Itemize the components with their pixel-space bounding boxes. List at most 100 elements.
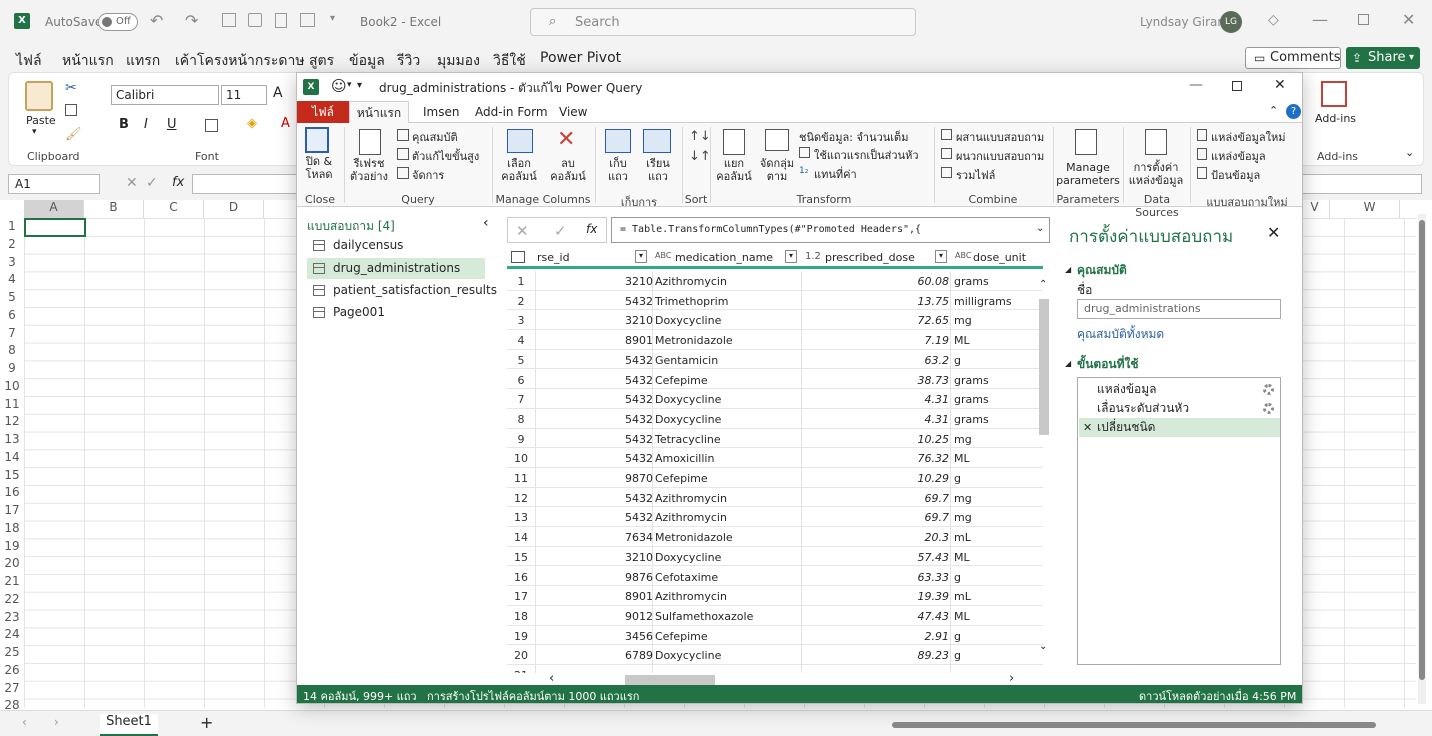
table-cell[interactable]: ML	[954, 334, 1043, 347]
paste-icon[interactable]	[25, 81, 53, 111]
table-cell[interactable]: 4.31	[803, 393, 950, 406]
scroll-right-icon[interactable]: ›	[1009, 671, 1014, 686]
row-header[interactable]: 8	[0, 343, 24, 357]
query-name-input[interactable]: drug_administrations	[1077, 299, 1281, 319]
table-cell[interactable]: Cefepime	[655, 630, 801, 643]
table-cell[interactable]: mg	[954, 511, 1043, 524]
minimize-icon[interactable]: —	[1312, 10, 1328, 29]
add-sheet-button[interactable]: +	[200, 713, 213, 732]
name-box[interactable]: A1	[8, 174, 100, 194]
delete-step-icon[interactable]: ✕	[1083, 418, 1092, 437]
row-header[interactable]: 2	[0, 237, 24, 251]
new-file-icon[interactable]	[275, 13, 287, 28]
column-header[interactable]: medication_name	[675, 251, 773, 264]
table-cell[interactable]: 9870	[537, 472, 653, 485]
table-row[interactable]: 8 5432 Doxycycline 4.31 grams	[507, 409, 1043, 429]
avatar[interactable]: LG	[1220, 11, 1242, 33]
replace-values-button[interactable]: แทนที่ค่า	[814, 165, 857, 183]
table-cell[interactable]: mL	[954, 531, 1043, 544]
table-cell[interactable]: Sulfamethoxazole	[655, 610, 801, 623]
merge-queries-button[interactable]: ผสานแบบสอบถาม	[956, 128, 1044, 146]
recent-sources-icon[interactable]	[1197, 148, 1207, 160]
refresh-preview-button[interactable]: รีเฟรช ตัวอย่าง	[345, 157, 393, 183]
column-header-v[interactable]: V	[1300, 200, 1330, 218]
table-row[interactable]: 10 5432 Amoxicillin 76.32 ML	[507, 448, 1043, 468]
pq-tab-home[interactable]: หน้าแรก	[349, 101, 409, 123]
enter-icon[interactable]: ✓	[146, 175, 158, 191]
column-header[interactable]: prescribed_dose	[825, 251, 915, 264]
row-header[interactable]: 7	[0, 326, 24, 340]
combine-files-icon[interactable]	[941, 167, 952, 178]
text-type-icon[interactable]: ABC	[655, 251, 671, 260]
row-header[interactable]: 24	[0, 627, 24, 641]
row-header[interactable]: 27	[0, 681, 24, 695]
table-cell[interactable]: 4.31	[803, 413, 950, 426]
table-cell[interactable]: 5432	[537, 413, 653, 426]
cancel-icon[interactable]: ✕	[516, 222, 529, 240]
table-cell[interactable]: 5432	[537, 511, 653, 524]
table-cell[interactable]: 3210	[537, 275, 653, 288]
advanced-editor-button[interactable]: ตัวแก้ไขขั้นสูง	[412, 147, 479, 165]
column-header[interactable]: dose_unit	[973, 251, 1026, 264]
font-color-icon[interactable]: A	[281, 116, 290, 131]
row-header[interactable]: 16	[0, 485, 24, 499]
table-row[interactable]: 5 5432 Gentamicin 63.2 g	[507, 350, 1043, 370]
underline-button[interactable]: U	[167, 117, 177, 132]
split-column-button[interactable]: แยก คอลัมน์	[711, 157, 757, 183]
table-cell[interactable]: 20.3	[803, 531, 950, 544]
sort-ascending-icon[interactable]: ↑↓	[689, 127, 711, 147]
split-column-icon[interactable]	[723, 129, 745, 155]
row-header[interactable]: 25	[0, 645, 24, 659]
table-cell[interactable]: g	[954, 472, 1043, 485]
table-cell[interactable]: 72.65	[803, 314, 950, 327]
tab-page-layout[interactable]: เค้าโครงหน้ากระดาษ	[175, 50, 305, 72]
collapse-pane-icon[interactable]: ‹	[483, 215, 489, 231]
row-header[interactable]: 18	[0, 521, 24, 535]
column-header-c[interactable]: C	[144, 200, 204, 218]
row-header[interactable]: 1	[0, 219, 24, 233]
keep-rows-icon[interactable]	[605, 129, 631, 153]
advanced-editor-icon[interactable]	[397, 148, 409, 160]
remove-columns-button[interactable]: ลบ คอลัมน์	[545, 157, 591, 183]
filter-dropdown-icon[interactable]: ▾	[935, 250, 947, 263]
table-cell[interactable]: Cefotaxime	[655, 571, 801, 584]
choose-columns-icon[interactable]	[507, 129, 533, 153]
table-cell[interactable]: 47.43	[803, 610, 950, 623]
gear-icon[interactable]	[1263, 403, 1274, 414]
data-source-settings-button[interactable]: การตั้งค่า แหล่งข้อมูล	[1125, 161, 1187, 187]
addins-button-label[interactable]: Add-ins	[1315, 112, 1356, 125]
status-profiling[interactable]: การสร้างโปรไฟล์คอลัมน์ตาม 1000 แถวแรก	[427, 687, 639, 705]
selected-cell-a1[interactable]	[24, 218, 86, 237]
table-cell[interactable]: 60.08	[803, 275, 950, 288]
remove-columns-icon[interactable]: ✕	[557, 127, 575, 152]
customize-qat-icon[interactable]: ▾	[330, 13, 335, 24]
remove-rows-icon[interactable]	[643, 129, 671, 153]
enter-data-icon[interactable]	[1197, 167, 1207, 179]
tab-view[interactable]: มุมมอง	[437, 50, 480, 72]
row-header[interactable]: 26	[0, 663, 24, 677]
row-header[interactable]: 3	[0, 255, 24, 269]
prev-sheet-icon[interactable]: ‹	[22, 715, 27, 729]
row-header[interactable]: 22	[0, 592, 24, 606]
table-cell[interactable]: Gentamicin	[655, 354, 801, 367]
smiley-icon[interactable]: ☺	[331, 77, 347, 95]
pq-formula-bar[interactable]: = Table.TransformColumnTypes(#"Promoted …	[611, 217, 1050, 243]
table-cell[interactable]: Metronidazole	[655, 531, 801, 544]
first-row-header-icon[interactable]	[799, 147, 810, 158]
scroll-down-icon[interactable]: ⌄	[1039, 641, 1047, 652]
append-queries-button[interactable]: ผนวกแบบสอบถาม	[956, 147, 1044, 165]
group-by-button[interactable]: จัดกลุ่ม ตาม	[755, 157, 799, 183]
copy-icon[interactable]	[65, 104, 77, 116]
table-row[interactable]: 1 3210 Azithromycin 60.08 grams	[507, 271, 1043, 291]
table-cell[interactable]: 9012	[537, 610, 653, 623]
filter-dropdown-icon[interactable]: ▾	[635, 250, 647, 263]
filter-dropdown-icon[interactable]: ▾	[785, 250, 797, 263]
expand-formula-icon[interactable]: ⌄	[1036, 223, 1044, 234]
scroll-thumb[interactable]	[1419, 220, 1425, 680]
row-header[interactable]: 11	[0, 397, 24, 411]
table-cell[interactable]: mL	[954, 590, 1043, 603]
table-cell[interactable]: 38.73	[803, 374, 950, 387]
table-cell[interactable]: 3210	[537, 551, 653, 564]
paste-label[interactable]: Paste	[26, 114, 56, 127]
remove-rows-button[interactable]: เรียนแถว	[637, 157, 679, 183]
